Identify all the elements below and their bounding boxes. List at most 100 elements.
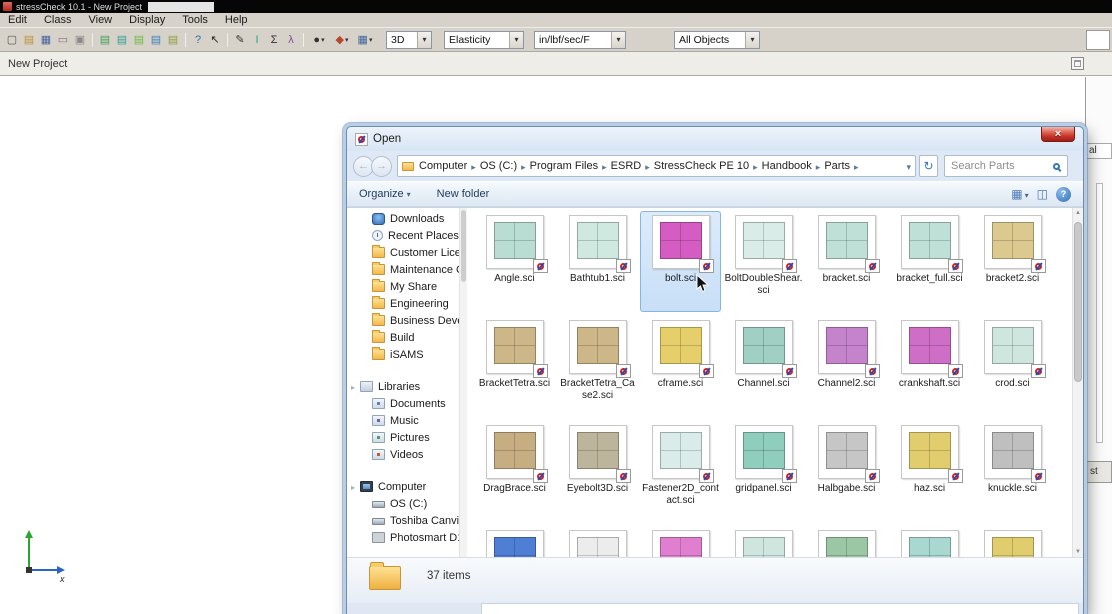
breadcrumb-item[interactable]: OS (C:) — [477, 160, 520, 172]
file-item[interactable] — [889, 526, 970, 557]
breadcrumb-item[interactable]: ESRD — [608, 160, 645, 172]
refresh-button[interactable] — [919, 155, 938, 177]
theory-select[interactable]: Elasticity — [444, 31, 524, 49]
help-info-icon[interactable]: ? — [190, 32, 206, 48]
sidebar-scrollbar-thumb[interactable] — [461, 210, 466, 282]
sidebar-item[interactable]: Photosmart D110 — [347, 529, 467, 546]
copy-icon[interactable]: ▣ — [72, 32, 88, 48]
open-model-icon[interactable]: ▤ — [21, 32, 37, 48]
sidebar-item[interactable]: My Share — [347, 278, 467, 295]
save-model-icon[interactable]: ▦ — [38, 32, 54, 48]
right-panel-button[interactable]: st — [1086, 461, 1112, 483]
doc-teal-icon[interactable]: ▤ — [114, 32, 130, 48]
Halbgabe.sci[interactable]: Halbgabe.sci — [806, 421, 887, 522]
point-tool-icon[interactable]: ● — [308, 32, 330, 48]
lambda-icon[interactable]: λ — [283, 32, 299, 48]
menu-item[interactable]: Class — [44, 13, 72, 27]
sidebar-item[interactable]: iSAMS — [347, 346, 467, 363]
search-input[interactable] — [945, 160, 1053, 172]
close-button[interactable] — [1041, 127, 1075, 142]
bolt.sci[interactable]: bolt.sci — [640, 211, 721, 312]
pen-icon[interactable]: ✎ — [232, 32, 248, 48]
bracket.sci[interactable]: bracket.sci — [806, 211, 887, 312]
sidebar-item[interactable]: Libraries — [347, 378, 467, 395]
Channel.sci[interactable]: Channel.sci — [723, 316, 804, 417]
chevron-down-icon[interactable] — [417, 32, 431, 48]
chevron-down-icon[interactable] — [611, 32, 625, 48]
pointer-icon[interactable]: ↖ — [207, 32, 223, 48]
sidebar-item[interactable]: Business Develop — [347, 312, 467, 329]
views-button[interactable] — [1011, 185, 1028, 203]
sidebar-item[interactable]: Videos — [347, 446, 467, 463]
units-select[interactable]: in/lbf/sec/F — [534, 31, 626, 49]
ibeam-icon[interactable]: I — [249, 32, 265, 48]
cframe.sci[interactable]: cframe.sci — [640, 316, 721, 417]
sidebar-item[interactable]: Maintenance Con — [347, 261, 467, 278]
file-item[interactable] — [806, 526, 887, 557]
sidebar-item[interactable]: Toshiba Canvio H — [347, 512, 467, 529]
sidebar-item[interactable]: Build — [347, 329, 467, 346]
bracket2.sci[interactable]: bracket2.sci — [972, 211, 1053, 312]
curve-tool-icon[interactable]: ◆ — [331, 32, 353, 48]
sidebar-scrollbar[interactable] — [459, 208, 467, 557]
file-item[interactable] — [972, 526, 1053, 557]
dimension-select[interactable]: 3D — [386, 31, 432, 49]
sidebar-item[interactable]: Music — [347, 412, 467, 429]
breadcrumb-item[interactable]: Handbook — [759, 160, 815, 172]
right-panel-scrollbar[interactable] — [1096, 183, 1103, 443]
file-item[interactable] — [557, 526, 638, 557]
breadcrumb-item[interactable]: Computer — [416, 160, 470, 172]
dialog-titlebar[interactable]: Open — [347, 127, 1083, 151]
restore-window-button[interactable] — [1071, 57, 1084, 70]
file-item[interactable] — [723, 526, 804, 557]
breadcrumb-item[interactable]: StressCheck PE 10 — [651, 160, 752, 172]
chevron-down-icon[interactable] — [745, 32, 759, 48]
Eyebolt3D.sci[interactable]: Eyebolt3D.sci — [557, 421, 638, 522]
sidebar-item[interactable]: Pictures — [347, 429, 467, 446]
address-dropdown-icon[interactable] — [906, 157, 911, 175]
BracketTetra.sci[interactable]: BracketTetra.sci — [474, 316, 555, 417]
organize-button[interactable]: Organize — [359, 188, 411, 200]
sidebar-item[interactable]: Engineering — [347, 295, 467, 312]
Bathtub1.sci[interactable]: Bathtub1.sci — [557, 211, 638, 312]
sidebar-item[interactable]: Downloads — [347, 210, 467, 227]
sidebar-item[interactable]: Recent Places — [347, 227, 467, 244]
Fastener2D_contact.sci[interactable]: Fastener2D_contact.sci — [640, 421, 721, 522]
expander-icon[interactable] — [351, 481, 360, 493]
doc-lime-icon[interactable]: ▤ — [131, 32, 147, 48]
breadcrumb-item[interactable]: Parts — [821, 160, 853, 172]
new-folder-button[interactable]: New folder — [437, 188, 490, 200]
breadcrumb-item[interactable]: Program Files — [527, 160, 601, 172]
sidebar-item[interactable]: Documents — [347, 395, 467, 412]
print-icon[interactable]: ▭ — [55, 32, 71, 48]
expander-icon[interactable] — [351, 381, 360, 393]
files-scrollbar-thumb[interactable] — [1074, 222, 1082, 382]
crankshaft.sci[interactable]: crankshaft.sci — [889, 316, 970, 417]
doc-olive-icon[interactable]: ▤ — [165, 32, 181, 48]
sidebar-item[interactable]: OS (C:) — [347, 495, 467, 512]
sidebar-item[interactable]: Computer — [347, 478, 467, 495]
search-box[interactable] — [944, 155, 1068, 177]
address-bar[interactable]: Computer OS (C:) Program Files E — [397, 155, 916, 177]
doc-green-icon[interactable]: ▤ — [97, 32, 113, 48]
menu-item[interactable]: Help — [225, 13, 248, 27]
bracket_full.sci[interactable]: bracket_full.sci — [889, 211, 970, 312]
tab-new-project[interactable]: New Project — [8, 58, 67, 70]
menu-item[interactable]: View — [88, 13, 112, 27]
Angle.sci[interactable]: Angle.sci — [474, 211, 555, 312]
forward-button[interactable] — [371, 156, 392, 177]
haz.sci[interactable]: haz.sci — [889, 421, 970, 522]
Channel2.sci[interactable]: Channel2.sci — [806, 316, 887, 417]
help-button[interactable] — [1056, 187, 1071, 202]
doc-blue-icon[interactable]: ▤ — [148, 32, 164, 48]
BracketTetra_Case2.sci[interactable]: BracketTetra_Case2.sci — [557, 316, 638, 417]
objects-select[interactable]: All Objects — [674, 31, 760, 49]
menu-item[interactable]: Tools — [182, 13, 208, 27]
crod.sci[interactable]: crod.sci — [972, 316, 1053, 417]
menu-item[interactable]: Edit — [8, 13, 27, 27]
chevron-down-icon[interactable] — [509, 32, 523, 48]
app-titlebar[interactable]: stressCheck 10.1 - New Project — [0, 0, 1112, 13]
DragBrace.sci[interactable]: DragBrace.sci — [474, 421, 555, 522]
files-scrollbar[interactable] — [1072, 208, 1083, 557]
knuckle.sci[interactable]: knuckle.sci — [972, 421, 1053, 522]
